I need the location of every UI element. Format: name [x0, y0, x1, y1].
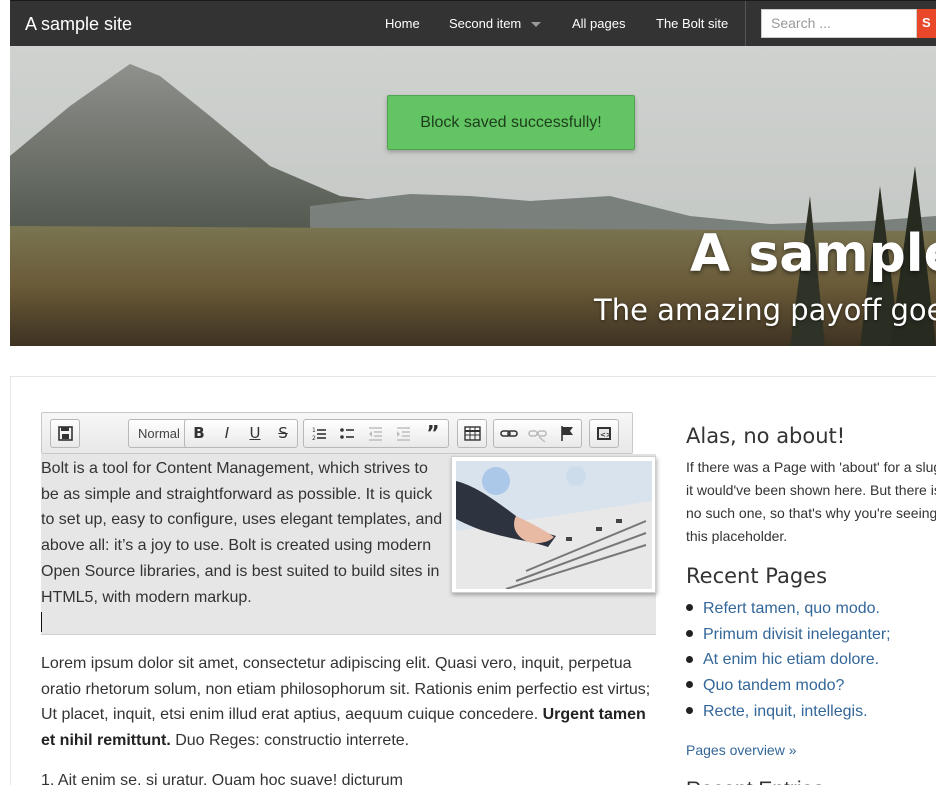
- nav-item-second[interactable]: Second item: [449, 16, 542, 31]
- bold-icon[interactable]: B: [185, 420, 213, 447]
- search-button[interactable]: S: [917, 9, 936, 38]
- text-cursor: [41, 612, 42, 632]
- recent-page-link[interactable]: At enim hic etiam dolore.: [686, 647, 891, 673]
- editor-image[interactable]: [451, 456, 656, 593]
- recent-pages-list: Refert tamen, quo modo. Primum divisit i…: [686, 596, 891, 725]
- format-select-value: Normal: [138, 426, 180, 441]
- toolbar-group-list: 12 ”: [303, 419, 449, 448]
- hero-banner: Block saved successfully! A sample s The…: [10, 46, 936, 346]
- success-toast: Block saved successfully!: [387, 95, 635, 150]
- nav-item-second-label: Second item: [449, 16, 522, 31]
- svg-text:2: 2: [312, 435, 316, 442]
- toolbar-group-table: [457, 419, 487, 448]
- chevron-down-icon: [531, 22, 542, 28]
- bullet-icon: [686, 604, 693, 612]
- indent-icon[interactable]: [389, 420, 417, 447]
- nav-item-home[interactable]: Home: [385, 16, 420, 31]
- underline-icon[interactable]: U: [241, 420, 269, 447]
- bullet-icon: [686, 681, 693, 689]
- search-input[interactable]: Search ...: [761, 9, 917, 38]
- nav-divider: [745, 1, 746, 47]
- unlink-icon[interactable]: [523, 420, 551, 447]
- recent-page-label: Recte, inquit, intellegis.: [703, 702, 868, 720]
- pages-overview-link[interactable]: Pages overview »: [686, 742, 797, 758]
- editor-text[interactable]: Bolt is a tool for Content Management, w…: [41, 456, 449, 610]
- toolbar-group-link: [493, 419, 582, 448]
- save-icon[interactable]: [51, 420, 79, 447]
- bullet-icon: [686, 707, 693, 715]
- top-navbar: A sample site Home Second item All pages…: [10, 0, 936, 47]
- body-paragraph: Lorem ipsum dolor sit amet, consectetur …: [41, 651, 656, 754]
- recent-page-link[interactable]: Primum divisit ineleganter;: [686, 622, 891, 648]
- recent-page-link[interactable]: Recte, inquit, intellegis.: [686, 699, 891, 725]
- numbered-list-icon[interactable]: 12: [305, 420, 333, 447]
- site-brand[interactable]: A sample site: [25, 14, 132, 35]
- recent-entries-title: Recent Entries: [686, 778, 886, 785]
- toolbar-group-source: <>: [589, 419, 619, 448]
- recent-pages-title: Recent Pages: [686, 564, 828, 588]
- svg-text:<>: <>: [600, 431, 612, 439]
- table-icon[interactable]: [458, 420, 486, 447]
- bulleted-list-icon[interactable]: [333, 420, 361, 447]
- anchor-flag-icon[interactable]: [553, 420, 581, 447]
- outdent-icon[interactable]: [361, 420, 389, 447]
- ordered-list-item: 1. Ait enim se, si uratur, Quam hoc suav…: [41, 772, 403, 785]
- hero-title: A sample s: [690, 224, 936, 284]
- svg-text:1: 1: [312, 427, 316, 434]
- strikethrough-icon[interactable]: S: [269, 420, 297, 447]
- nav-item-all-pages[interactable]: All pages: [572, 16, 625, 31]
- recent-page-label: Refert tamen, quo modo.: [703, 600, 880, 617]
- recent-page-link[interactable]: Refert tamen, quo modo.: [686, 596, 891, 622]
- editor-toolbar: Normal B I U S 12 ” <>: [41, 412, 633, 454]
- italic-icon[interactable]: I: [213, 420, 241, 447]
- blockquote-icon[interactable]: ”: [419, 420, 447, 447]
- about-text: If there was a Page with 'about' for a s…: [686, 459, 936, 544]
- recent-page-label: At enim hic etiam dolore.: [703, 651, 880, 669]
- body-paragraph-end: Duo Reges: constructio interrete.: [170, 732, 410, 750]
- link-icon[interactable]: [495, 420, 523, 447]
- bullet-icon: [686, 655, 693, 663]
- bullet-icon: [686, 629, 693, 637]
- recent-page-label: Quo tandem modo?: [703, 677, 845, 695]
- toolbar-group-save: [50, 419, 80, 448]
- hero-subtitle: The amazing payoff goes h: [594, 293, 936, 327]
- source-icon[interactable]: <>: [590, 420, 618, 447]
- about-title: Alas, no about!: [686, 424, 846, 448]
- recent-page-link[interactable]: Quo tandem modo?: [686, 673, 891, 699]
- nav-item-bolt-site[interactable]: The Bolt site: [656, 16, 728, 31]
- toolbar-group-text: B I U S: [184, 419, 298, 448]
- mixing-console-photo: [456, 461, 652, 589]
- recent-page-label: Primum divisit ineleganter;: [703, 625, 891, 643]
